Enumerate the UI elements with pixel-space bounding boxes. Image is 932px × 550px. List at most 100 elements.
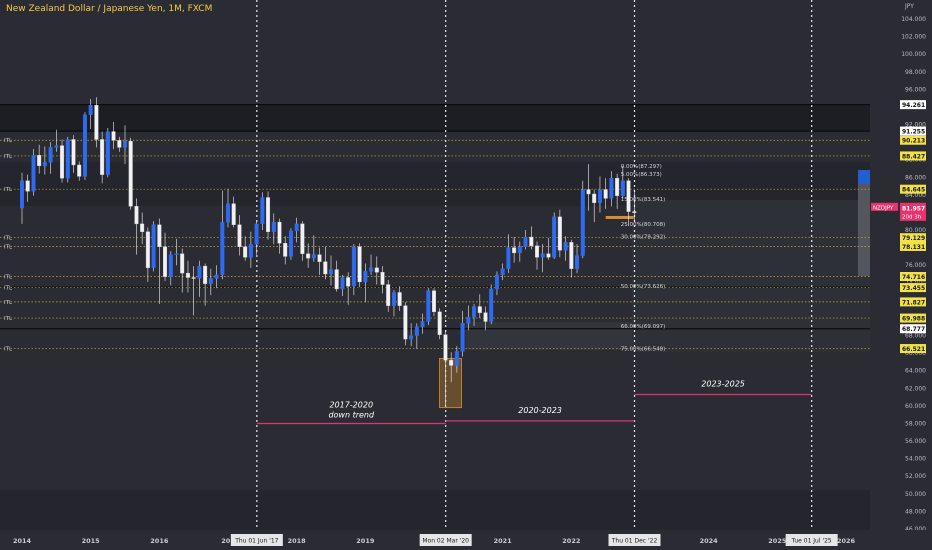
candle-body [140, 223, 145, 232]
candle-body [88, 104, 93, 116]
x-tick-label: 2018 [288, 537, 307, 545]
y-tick-label: 104.000 [901, 16, 926, 23]
x-tick-label: 2022 [562, 537, 580, 545]
candle-body [557, 216, 562, 251]
y-tick-label: 54.000 [905, 456, 926, 463]
price-tag-label: 73.455 [902, 285, 925, 292]
fib-label: 0.00%(87.297) [621, 164, 662, 170]
trend-label: 2023-2025 [701, 379, 745, 388]
candle-body [105, 131, 110, 175]
fib-label: 5.00%(86.373) [621, 172, 662, 178]
x-tick-label: 2015 [82, 537, 101, 545]
candle-body [248, 243, 253, 258]
x-tick-label: 2021 [494, 537, 513, 545]
fib-label: 75.00%(66.548) [621, 346, 666, 352]
date-marker-label: Thu 01 Dec '22 [611, 538, 658, 545]
candle-body [214, 274, 219, 279]
y-tick-label: 48.000 [905, 508, 926, 515]
candle-body [185, 272, 190, 278]
x-tick-label: 2025 [768, 537, 787, 545]
band-fib [466, 322, 632, 350]
candle-body [128, 141, 133, 207]
candle-body [20, 180, 25, 209]
candle-body [609, 177, 614, 199]
candle-body [403, 305, 408, 340]
candle-body [494, 274, 499, 290]
candle-body [329, 269, 334, 275]
candle-body [523, 236, 528, 247]
trend-label: 2017-2020 [329, 400, 373, 409]
candle-body [380, 272, 385, 285]
candle-body [243, 246, 248, 258]
y-tick-label: 102.000 [901, 34, 926, 41]
y-tick-label: 68.000 [905, 333, 926, 340]
candle-body [420, 321, 425, 327]
trend-label: 2020-2023 [518, 406, 562, 415]
candle-body [134, 206, 139, 225]
candle-body [409, 335, 414, 340]
date-marker-label: Mon 02 Mar '20 [422, 538, 469, 545]
candle-body [580, 189, 585, 256]
candle-body [575, 255, 580, 269]
candle-body [157, 224, 162, 247]
candle-body [277, 221, 282, 244]
candle-body [197, 265, 202, 279]
candle-body [483, 312, 488, 322]
candle-body [111, 131, 116, 141]
candle-body [500, 268, 505, 276]
candle-body [449, 359, 454, 366]
current-price-label: 81.957 [902, 205, 925, 212]
trend-label: down trend [328, 410, 375, 419]
candle-body [54, 145, 59, 148]
candle-body [60, 145, 65, 179]
band-top [0, 104, 870, 132]
candle-body [391, 292, 396, 306]
candle-body [203, 265, 208, 284]
y-tick-label: 100.000 [901, 51, 926, 58]
price-tag-label: 91.255 [902, 129, 925, 136]
candle-body [191, 277, 196, 279]
candle-body [288, 230, 293, 257]
candle-body [31, 155, 36, 192]
candle-body [37, 155, 42, 167]
candle-body [306, 253, 311, 259]
candle-body [460, 323, 465, 352]
date-marker-label: Tue 01 Jul '25 [791, 538, 832, 545]
candle-body [254, 223, 259, 245]
y-tick-label: 52.000 [905, 473, 926, 480]
y-tick-label: 64.000 [905, 368, 926, 375]
candle-body [397, 292, 402, 306]
x-tick-label: 2014 [13, 537, 32, 545]
candle-body [334, 269, 339, 290]
x-tick-label: 2016 [150, 537, 169, 545]
band-bottom [0, 490, 870, 530]
level-tag: ITL [4, 274, 13, 280]
candle-body [266, 197, 271, 232]
candle-body [300, 223, 305, 254]
candle-body [586, 189, 591, 195]
candle-body [220, 221, 225, 276]
currency-label: JPY [905, 3, 914, 10]
candle-body [535, 245, 540, 258]
fib-label: 30.00%(79.292) [621, 234, 666, 240]
highlight-box [605, 215, 634, 219]
candle-body [122, 141, 127, 148]
candle-body [546, 253, 551, 258]
candle-body [48, 147, 53, 163]
candle-body [77, 164, 82, 177]
candle-body [512, 247, 517, 254]
candle-body [25, 180, 30, 192]
candle-body [432, 290, 437, 313]
candle-body [283, 243, 288, 257]
candle-body [597, 189, 602, 203]
level-tag: ITL [4, 154, 13, 160]
candle-body [466, 316, 471, 324]
level-tag: ITL [4, 244, 13, 250]
candle-body [369, 267, 374, 272]
candle-body [454, 351, 459, 366]
level-tag: ITL [4, 236, 13, 242]
price-tag-label: 88.427 [902, 153, 925, 160]
price-tag-label: 66.521 [902, 346, 925, 353]
candle-body [472, 306, 477, 318]
level-tag: ITL [4, 347, 13, 353]
